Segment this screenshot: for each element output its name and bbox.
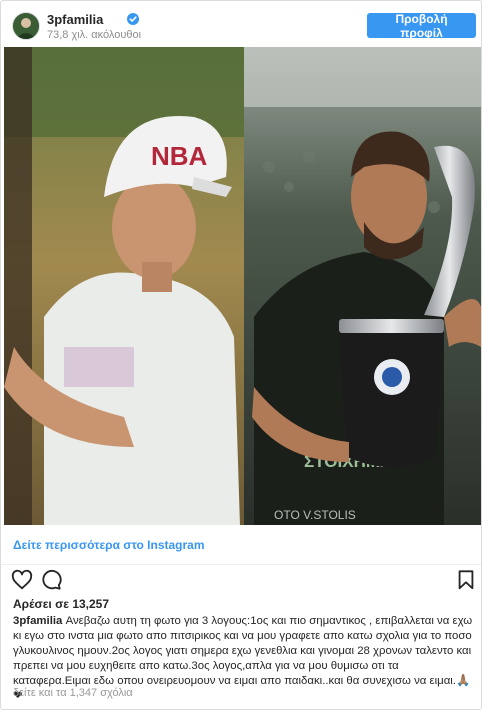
view-comments-link[interactable]: δείτε και τα 1,347 σχόλια (13, 687, 133, 699)
profile-avatar[interactable] (12, 12, 40, 40)
see-more-link[interactable]: Δείτε περισσότερα στο Instagram (13, 538, 205, 552)
child-shirt (44, 272, 240, 525)
see-more-bar: Δείτε περισσότερα στο Instagram (1, 526, 481, 565)
instagram-embed-card: 3pfamilia 73,8 χιλ. ακόλουθοι Προβολή πρ… (0, 0, 482, 710)
header-username[interactable]: 3pfamilia (47, 12, 103, 27)
follower-count: 73,8 χιλ. ακόλουθοι (47, 29, 142, 41)
caption-username[interactable]: 3pfamilia (13, 615, 62, 627)
view-profile-button[interactable]: Προβολή προφίλ (367, 12, 476, 40)
post-header: 3pfamilia 73,8 χιλ. ακόλουθοι Προβολή πρ… (1, 1, 481, 47)
post-photo[interactable]: NBA ΣΤΟΙΧΗΜΑ OTO (4, 47, 481, 525)
bookmark-icon[interactable] (455, 569, 477, 591)
heart-icon[interactable] (11, 569, 33, 591)
verified-badge-icon (127, 13, 139, 25)
trophy (339, 327, 444, 467)
action-bar (1, 567, 481, 595)
cap-text: NBA (151, 141, 208, 171)
like-count[interactable]: Αρέσει σε 13,257 (13, 597, 109, 611)
photo-watermark: OTO V.STOLIS (274, 508, 356, 522)
comment-icon[interactable] (40, 569, 62, 591)
